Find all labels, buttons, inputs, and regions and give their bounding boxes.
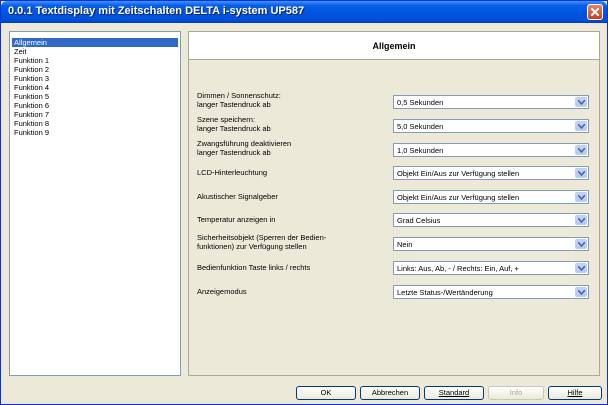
select-sicherheitsobjekt[interactable]: Nein	[393, 237, 589, 251]
sidebar-item-funktion-8[interactable]: Funktion 8	[12, 119, 178, 128]
sidebar-item-funktion-4[interactable]: Funktion 4	[12, 83, 178, 92]
select-value: Objekt Ein/Aus zur Verfügung stellen	[397, 169, 520, 178]
sidebar-item-funktion-5[interactable]: Funktion 5	[12, 92, 178, 101]
chevron-down-icon	[578, 242, 585, 247]
dropdown-button[interactable]	[575, 239, 587, 249]
chevron-down-icon	[578, 290, 585, 295]
param-label-line: LCD-Hinterleuchtung	[197, 168, 268, 177]
chevron-down-icon	[578, 124, 585, 129]
parameter-panel: Allgemein Dimmen / Sonnenschutz: langer …	[188, 31, 600, 376]
panel-header: Allgemein	[189, 32, 599, 60]
info-button[interactable]: Info	[488, 386, 544, 400]
dropdown-button[interactable]	[575, 121, 587, 131]
title-bar[interactable]: 0.0.1 Textdisplay mit Zeitschalten DELTA…	[1, 1, 607, 23]
select-signalgeber[interactable]: Objekt Ein/Aus zur Verfügung stellen	[393, 190, 589, 204]
dropdown-button[interactable]	[575, 168, 587, 178]
help-button[interactable]: Hilfe	[548, 386, 602, 400]
chevron-down-icon	[578, 100, 585, 105]
sidebar-item-allgemein[interactable]: Allgemein	[12, 38, 178, 47]
dropdown-button[interactable]	[575, 215, 587, 225]
select-value: 1,0 Sekunden	[397, 146, 444, 155]
select-value: Objekt Ein/Aus zur Verfügung stellen	[397, 193, 520, 202]
param-label-temperatur: Temperatur anzeigen in	[197, 215, 392, 225]
chevron-down-icon	[578, 148, 585, 153]
close-icon	[591, 8, 599, 16]
select-value: Links: Aus, Ab, - / Rechts: Ein, Auf, +	[397, 264, 519, 273]
help-label: Hilfe	[567, 388, 583, 397]
select-lcd[interactable]: Objekt Ein/Aus zur Verfügung stellen	[393, 166, 589, 180]
param-label-line: langer Tastendruck ab	[197, 99, 271, 109]
param-label-line: Akustischer Signalgeber	[197, 192, 278, 201]
param-label-line: Temperatur anzeigen in	[197, 215, 276, 224]
param-label-line: langer Tastendruck ab	[197, 123, 271, 133]
dialog-window: 0.0.1 Textdisplay mit Zeitschalten DELTA…	[0, 0, 608, 405]
param-label-bedienfunktion: Bedienfunktion Taste links / rechts	[197, 263, 392, 273]
select-anzeigemodus[interactable]: Letzte Status-/Wertänderung	[393, 285, 589, 299]
select-zwangsfuehrung[interactable]: 1,0 Sekunden	[393, 143, 589, 157]
param-label-zwangsfuehrung: Zwangsführung deaktivieren langer Tasten…	[197, 139, 392, 157]
param-label-line: langer Tastendruck ab	[197, 147, 271, 157]
sidebar-item-funktion-2[interactable]: Funktion 2	[12, 65, 178, 74]
parameter-tree: Allgemein Zeit Funktion 1 Funktion 2 Fun…	[9, 31, 181, 376]
select-value: Letzte Status-/Wertänderung	[397, 288, 493, 297]
sidebar-item-funktion-3[interactable]: Funktion 3	[12, 74, 178, 83]
close-button[interactable]	[587, 4, 603, 20]
sidebar-item-funktion-1[interactable]: Funktion 1	[12, 56, 178, 65]
dropdown-button[interactable]	[575, 97, 587, 107]
param-label-dimmen: Dimmen / Sonnenschutz: langer Tastendruc…	[197, 91, 392, 109]
dropdown-button[interactable]	[575, 287, 587, 297]
select-value: 5,0 Sekunden	[397, 122, 444, 131]
param-label-lcd: LCD-Hinterleuchtung	[197, 168, 392, 178]
standard-label: Standard	[438, 388, 470, 397]
select-bedienfunktion[interactable]: Links: Aus, Ab, - / Rechts: Ein, Auf, +	[393, 261, 589, 275]
chevron-down-icon	[578, 266, 585, 271]
param-label-anzeigemodus: Anzeigemodus	[197, 287, 392, 297]
select-value: Grad Celsius	[397, 216, 441, 225]
param-label-szene: Szene speichern: langer Tastendruck ab	[197, 115, 392, 133]
window-title: 0.0.1 Textdisplay mit Zeitschalten DELTA…	[8, 5, 305, 17]
chevron-down-icon	[578, 171, 585, 176]
select-szene[interactable]: 5,0 Sekunden	[393, 119, 589, 133]
param-label-sicherheitsobjekt: Sicherheitsobjekt (Sperren der Bedien- f…	[197, 233, 392, 251]
param-label-line: Bedienfunktion Taste links / rechts	[197, 263, 311, 272]
sidebar-item-funktion-6[interactable]: Funktion 6	[12, 101, 178, 110]
cancel-button[interactable]: Abbrechen	[360, 386, 420, 400]
param-label-line: funktionen) zur Verfügung stellen	[197, 241, 307, 251]
select-dimmen[interactable]: 0,5 Sekunden	[393, 95, 589, 109]
select-value: Nein	[397, 240, 413, 249]
dropdown-button[interactable]	[575, 145, 587, 155]
standard-button[interactable]: Standard	[424, 386, 484, 400]
select-temperatur[interactable]: Grad Celsius	[393, 213, 589, 227]
sidebar-item-funktion-9[interactable]: Funktion 9	[12, 128, 178, 137]
dropdown-button[interactable]	[575, 263, 587, 273]
ok-button[interactable]: OK	[296, 386, 356, 400]
page-title: Allgemein	[372, 41, 416, 51]
param-label-line: Anzeigemodus	[197, 287, 247, 296]
select-value: 0,5 Sekunden	[397, 98, 444, 107]
sidebar-item-zeit[interactable]: Zeit	[12, 47, 178, 56]
sidebar-item-funktion-7[interactable]: Funktion 7	[12, 110, 178, 119]
param-label-signalgeber: Akustischer Signalgeber	[197, 192, 392, 202]
chevron-down-icon	[578, 195, 585, 200]
dropdown-button[interactable]	[575, 192, 587, 202]
chevron-down-icon	[578, 218, 585, 223]
